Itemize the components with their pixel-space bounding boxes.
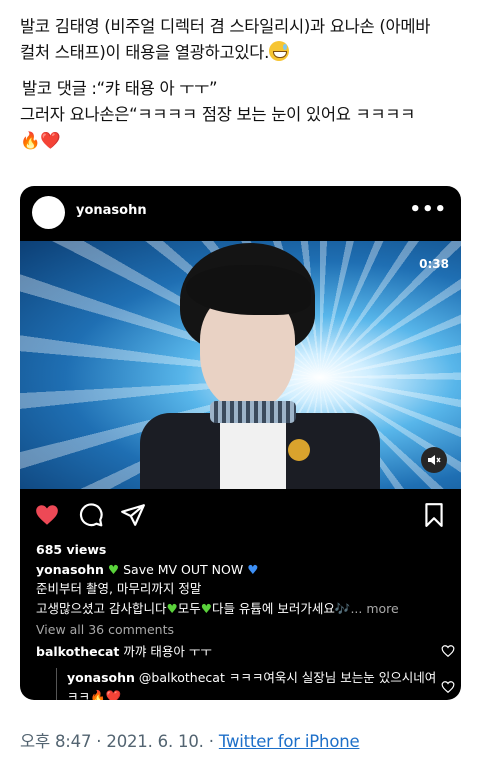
caption-text-1: Save MV OUT NOW: [123, 561, 244, 577]
comment-2-text-2: ㅋㅋ🔥❤️: [67, 689, 122, 700]
video-time: 0:38: [419, 257, 449, 271]
avatar[interactable]: [32, 196, 65, 229]
comment-2-text: @balkothecat ㅋㅋㅋ여욱시 실장님 보는눈 있으시네여: [138, 669, 437, 685]
bookmark-icon[interactable]: [421, 502, 447, 528]
timestamp-text: 오후 8:47 · 2021. 6. 10. ·: [20, 732, 219, 751]
caption-line-2: 준비부터 촬영, 마무리까지 정말: [36, 581, 202, 596]
green-heart-icon: ♥: [166, 600, 178, 616]
comment-2: yonasohn @balkothecat ㅋㅋㅋ여욱시 실장님 보는눈 있으시…: [56, 667, 455, 700]
video-player[interactable]: 0:38: [20, 241, 461, 489]
tweet-line-2-text: 컬처 스태프)이 태용을 열광하고있다.: [20, 43, 270, 62]
more-link[interactable]: ... more: [350, 601, 398, 616]
tweet-line-1: 발코 김태영 (비주얼 디렉터 겸 스타일리시)과 요나손 (아메바: [20, 17, 431, 36]
caption-text-3a: 고생많으셨고 감사합니다: [36, 600, 167, 616]
instagram-embed[interactable]: yonasohn ••• 0:38 685 views yonasohn ♥ S…: [20, 186, 461, 700]
caption-line-1: yonasohn ♥ Save MV OUT NOW ♥: [36, 560, 451, 580]
caption-line-3: 고생많으셨고 감사합니다♥모두♥다들 유튭에 보러가세요🎶... more: [36, 599, 451, 619]
action-bar: [20, 498, 461, 530]
comment-1-username[interactable]: balkothecat: [36, 644, 119, 659]
embed-header: yonasohn •••: [20, 186, 461, 240]
comment-2-username[interactable]: yonasohn: [67, 670, 135, 685]
comment-like-icon[interactable]: [441, 644, 455, 664]
caption-text-3b: 모두: [177, 600, 201, 616]
blue-heart-icon: ♥: [247, 561, 259, 577]
source-link[interactable]: Twitter for iPhone: [219, 732, 360, 751]
comment-1: balkothecat 까꺄 태용아 ㅜㅜ: [36, 642, 455, 664]
tweet-line-2: 컬처 스태프)이 태용을 열광하고있다.: [20, 40, 468, 66]
more-dots-icon[interactable]: •••: [409, 199, 447, 220]
caption-text-3c: 다들 유튭에 보러가세요🎶: [211, 600, 351, 616]
tweet-line-5: 🔥❤️: [20, 131, 61, 150]
green-heart-icon: ♥: [107, 561, 120, 577]
comment-like-icon[interactable]: [441, 680, 455, 700]
caption-username[interactable]: yonasohn: [36, 562, 104, 577]
grinning-sweat-emoji-icon: [269, 41, 290, 61]
comment-icon[interactable]: [78, 502, 104, 528]
mute-icon[interactable]: [421, 447, 447, 473]
embed-username[interactable]: yonasohn: [76, 203, 147, 218]
tweet-text: 발코 김태영 (비주얼 디렉터 겸 스타일리시)과 요나손 (아메바 컬처 스태…: [20, 14, 468, 154]
view-all-comments[interactable]: View all 36 comments: [36, 620, 451, 640]
tweet-timestamp: 오후 8:47 · 2021. 6. 10. · Twitter for iPh…: [20, 728, 360, 752]
post-meta: 685 views yonasohn ♥ Save MV OUT NOW ♥ 준…: [36, 540, 455, 700]
share-icon[interactable]: [120, 502, 146, 528]
tweet-line-4: 그러자 요나손은“ㅋㅋㅋㅋ 점장 보는 눈이 있어요 ㅋㅋㅋㅋ: [20, 105, 416, 124]
heart-icon[interactable]: [34, 502, 60, 528]
comment-1-text: 까꺄 태용아 ㅜㅜ: [123, 643, 212, 659]
green-heart-icon: ♥: [200, 600, 212, 616]
tweet-line-3: 발코 댓글 :“캬 태용 아 ㅜㅜ”: [22, 79, 218, 98]
view-count: 685 views: [36, 542, 107, 557]
